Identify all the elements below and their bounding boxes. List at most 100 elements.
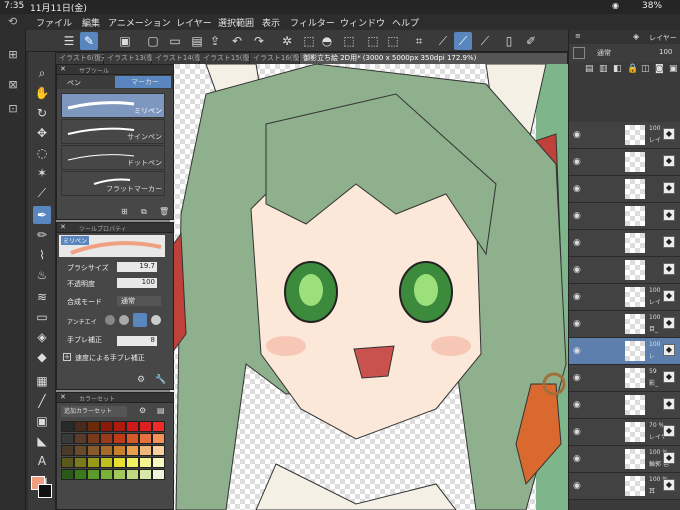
- save-icon[interactable]: ▤: [188, 32, 206, 50]
- opacity-slider[interactable]: 100: [117, 278, 157, 288]
- eye-icon[interactable]: ◉: [573, 373, 583, 383]
- hamburger-menu-icon[interactable]: ☰: [60, 32, 78, 50]
- menu-selection[interactable]: 選択範囲: [218, 16, 254, 29]
- tab-doc-4[interactable]: イラスト15(復: [200, 53, 250, 64]
- menu-view[interactable]: 表示: [262, 16, 280, 29]
- eye-icon[interactable]: ◉: [573, 184, 583, 194]
- settings-icon[interactable]: ⚙: [137, 375, 145, 385]
- layer-tab-icon[interactable]: ◈: [633, 32, 639, 41]
- brush-dotpen[interactable]: ドットペン: [61, 145, 165, 170]
- ruler-tool-icon[interactable]: ◣: [33, 432, 51, 450]
- close-icon[interactable]: ✕: [60, 65, 66, 73]
- color-swatch[interactable]: [126, 421, 139, 432]
- wrench-icon[interactable]: 🔧: [155, 375, 166, 385]
- color-swatch[interactable]: [113, 445, 126, 456]
- color-set-menu-icon[interactable]: ▤: [157, 406, 165, 415]
- eyedropper-icon[interactable]: ⟋: [33, 184, 51, 202]
- color-swatch[interactable]: [87, 445, 100, 456]
- mask-icon[interactable]: ▣: [669, 64, 678, 74]
- color-swatch[interactable]: [87, 469, 100, 480]
- menu-layer[interactable]: レイヤー: [176, 16, 212, 29]
- airbrush-tool-icon[interactable]: ♨: [33, 266, 51, 284]
- layer-mask-icon[interactable]: ◆: [663, 371, 675, 383]
- layer-mask-icon[interactable]: ◆: [663, 155, 675, 167]
- menu-file[interactable]: ファイル: [36, 16, 72, 29]
- sub-color-swatch[interactable]: [38, 484, 52, 498]
- color-swatch[interactable]: [100, 469, 113, 480]
- add-subtool-icon[interactable]: ⊞: [121, 207, 128, 216]
- selection-icon[interactable]: ⬚: [364, 32, 382, 50]
- undo-icon[interactable]: ↶: [228, 32, 246, 50]
- blend-mode-select[interactable]: 通常: [117, 296, 161, 306]
- eye-icon[interactable]: ◉: [573, 319, 583, 329]
- color-swatch[interactable]: [152, 469, 165, 480]
- layer-row[interactable]: ◉ ◆: [569, 392, 680, 419]
- layer-mask-icon[interactable]: ◆: [663, 182, 675, 194]
- eye-icon[interactable]: ◉: [573, 130, 583, 140]
- stabilization-slider[interactable]: 8: [117, 336, 157, 346]
- layer-row[interactable]: ◉ ◆: [569, 149, 680, 176]
- color-swatch[interactable]: [74, 469, 87, 480]
- copy-subtool-icon[interactable]: ⧉: [141, 207, 147, 217]
- color-swatch[interactable]: [61, 433, 74, 444]
- move-tool-icon[interactable]: ✥: [33, 124, 51, 142]
- delete-layer-icon[interactable]: ◙: [655, 64, 664, 74]
- layer-mask-icon[interactable]: ◆: [663, 344, 675, 356]
- clip-icon[interactable]: ◧: [613, 64, 622, 74]
- magic-wand-icon[interactable]: ✶: [33, 164, 51, 182]
- decoration-tool-icon[interactable]: ≋: [33, 288, 51, 306]
- lasso-tool-icon[interactable]: ◌: [33, 144, 51, 162]
- text-tool-icon[interactable]: A: [33, 452, 51, 470]
- color-swatch[interactable]: [113, 421, 126, 432]
- deselect-icon[interactable]: ⬚: [384, 32, 402, 50]
- eye-icon[interactable]: ◉: [573, 427, 583, 437]
- tab-marker[interactable]: マーカー: [115, 76, 171, 88]
- layer-row[interactable]: ◉ 70 % レイヤ ◆: [569, 419, 680, 446]
- loading-icon[interactable]: ✲: [278, 32, 296, 50]
- color-swatch[interactable]: [100, 445, 113, 456]
- frame-tool-icon[interactable]: ▣: [33, 412, 51, 430]
- collapse-icon[interactable]: ≡: [575, 32, 581, 40]
- tab-doc-5[interactable]: イラスト16(復: [250, 53, 300, 64]
- layer-row[interactable]: ◉ 100 レイ ◆: [569, 284, 680, 311]
- antialias-weak[interactable]: [119, 315, 129, 325]
- close-icon[interactable]: ✕: [60, 223, 66, 231]
- fill-icon[interactable]: ◓: [318, 32, 336, 50]
- color-swatch[interactable]: [87, 457, 100, 468]
- expand-icon[interactable]: +: [63, 353, 71, 361]
- pen-tool-icon[interactable]: ✒: [33, 206, 51, 224]
- open-folder-icon[interactable]: ▭: [166, 32, 184, 50]
- color-swatch[interactable]: [152, 433, 165, 444]
- color-swatch[interactable]: [113, 457, 126, 468]
- tab-doc-3[interactable]: イラスト14(復: [152, 53, 202, 64]
- layer-mask-icon[interactable]: ◆: [663, 398, 675, 410]
- layer-row[interactable]: ◉ ◆: [569, 257, 680, 284]
- export-icon[interactable]: ⇪: [206, 32, 224, 50]
- layer-row[interactable]: ◉ 100 レ ◆: [569, 338, 680, 365]
- layer-mask-icon[interactable]: ◆: [663, 452, 675, 464]
- color-swatch[interactable]: [139, 433, 152, 444]
- eye-icon[interactable]: ◉: [573, 157, 583, 167]
- color-swatch[interactable]: [152, 421, 165, 432]
- pen-pressure-icon[interactable]: ⟋: [476, 32, 494, 50]
- layer-row[interactable]: ◉ 100 レイ ◆: [569, 122, 680, 149]
- reference-icon[interactable]: ◫: [641, 64, 650, 74]
- blend-tool-icon[interactable]: ◈: [33, 328, 51, 346]
- device-icon[interactable]: ▯: [500, 32, 518, 50]
- close-panel-icon[interactable]: ⊠: [5, 78, 21, 94]
- clear-icon[interactable]: ⬚: [300, 32, 318, 50]
- tab-pen[interactable]: ペン: [67, 78, 81, 88]
- color-swatch[interactable]: [74, 433, 87, 444]
- color-swatch[interactable]: [61, 445, 74, 456]
- color-swatch[interactable]: [113, 469, 126, 480]
- menu-window[interactable]: ウィンドウ: [340, 16, 385, 29]
- layer-row[interactable]: ◉ 100 % 輪郭 色 ◆: [569, 446, 680, 473]
- layer-mask-icon[interactable]: ◆: [663, 317, 675, 329]
- color-swatch[interactable]: [139, 445, 152, 456]
- lock-transparency-icon[interactable]: [573, 47, 585, 59]
- color-swatch[interactable]: [126, 457, 139, 468]
- color-swatch[interactable]: [87, 433, 100, 444]
- layer-row[interactable]: ◉ 100 % 耳 ◆: [569, 473, 680, 500]
- layer-mask-icon[interactable]: ◆: [663, 128, 675, 140]
- layer-row[interactable]: ◉ ◆: [569, 176, 680, 203]
